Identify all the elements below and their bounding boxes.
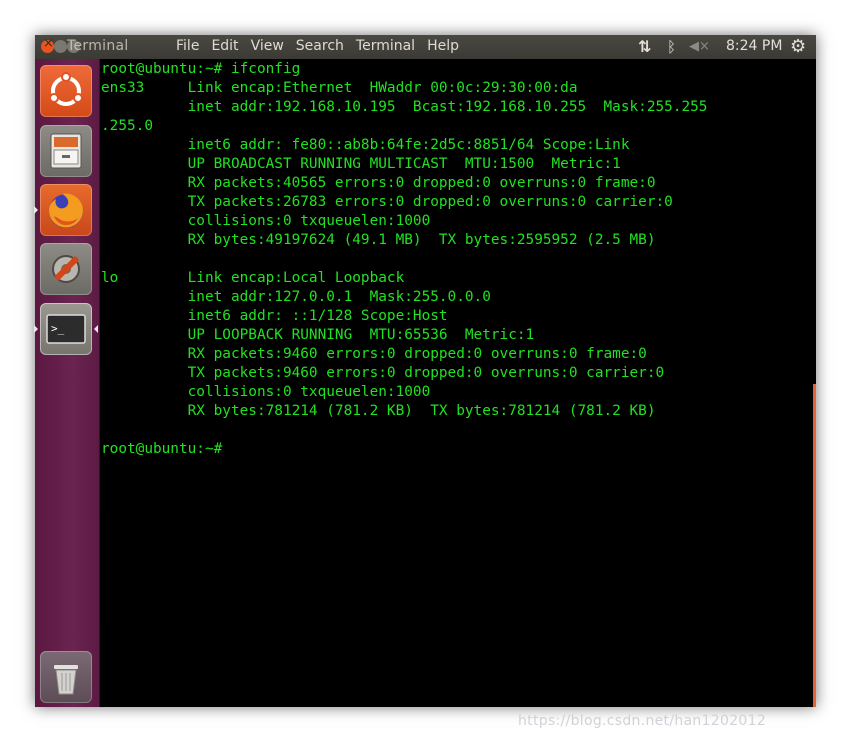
app-title: Terminal bbox=[67, 38, 129, 54]
clock[interactable]: 8:24 PM bbox=[726, 38, 782, 54]
menu-help[interactable]: Help bbox=[427, 38, 459, 54]
terminal-line: RX packets:40565 errors:0 dropped:0 over… bbox=[101, 175, 656, 191]
terminal-line: collisions:0 txqueuelen:1000 bbox=[101, 213, 431, 229]
terminal-line: UP BROADCAST RUNNING MULTICAST MTU:1500 … bbox=[101, 156, 621, 172]
system-settings-button[interactable] bbox=[40, 243, 92, 295]
terminal-running-indicator bbox=[34, 325, 38, 333]
terminal-line: RX bytes:781214 (781.2 KB) TX bytes:7812… bbox=[101, 403, 656, 419]
file-cabinet-icon bbox=[50, 133, 82, 169]
menu-file[interactable]: File bbox=[176, 38, 199, 54]
terminal-line: inet6 addr: fe80::ab8b:64fe:2d5c:8851/64… bbox=[101, 137, 630, 153]
terminal-line: inet6 addr: ::1/128 Scope:Host bbox=[101, 308, 448, 324]
terminal-line: .255.0 bbox=[101, 118, 153, 134]
ubuntu-dash-button[interactable] bbox=[40, 65, 92, 117]
terminal-line: RX bytes:49197624 (49.1 MB) TX bytes:259… bbox=[101, 232, 656, 248]
menu-edit[interactable]: Edit bbox=[211, 38, 238, 54]
firefox-running-indicator bbox=[34, 206, 38, 214]
firefox-button[interactable] bbox=[40, 184, 92, 236]
scrollbar[interactable] bbox=[813, 384, 816, 707]
terminal-line: inet addr:127.0.0.1 Mask:255.0.0.0 bbox=[101, 289, 491, 305]
desktop-window: Terminal File Edit View Search Terminal … bbox=[34, 35, 816, 707]
network-icon[interactable]: ⇅ bbox=[638, 37, 651, 56]
volume-muted-icon[interactable]: ◀× bbox=[689, 39, 710, 54]
gear-icon[interactable]: ⚙ bbox=[790, 36, 806, 57]
trash-button[interactable] bbox=[40, 651, 92, 703]
launcher: >_ bbox=[34, 59, 100, 707]
terminal-line: root@ubuntu:~# bbox=[101, 441, 223, 457]
terminal-button[interactable]: >_ bbox=[40, 303, 92, 355]
terminal-line: UP LOOPBACK RUNNING MTU:65536 Metric:1 bbox=[101, 327, 535, 343]
watermark: https://blog.csdn.net/han1202012 bbox=[518, 713, 767, 729]
bluetooth-icon[interactable]: ᛒ bbox=[667, 38, 676, 56]
files-button[interactable] bbox=[40, 125, 92, 177]
menu-search[interactable]: Search bbox=[296, 38, 344, 54]
terminal-line: TX packets:26783 errors:0 dropped:0 over… bbox=[101, 194, 673, 210]
wrench-gear-icon bbox=[52, 255, 80, 283]
terminal-line: inet addr:192.168.10.195 Bcast:192.168.1… bbox=[101, 99, 708, 115]
menu-view[interactable]: View bbox=[251, 38, 284, 54]
menu-bar: File Edit View Search Terminal Help bbox=[176, 38, 459, 54]
terminal-line: ens33 Link encap:Ethernet HWaddr 00:0c:2… bbox=[101, 80, 578, 96]
menu-terminal[interactable]: Terminal bbox=[356, 38, 415, 54]
terminal-line: lo Link encap:Local Loopback bbox=[101, 270, 405, 286]
svg-text:>_: >_ bbox=[51, 322, 65, 335]
terminal-line: TX packets:9460 errors:0 dropped:0 overr… bbox=[101, 365, 665, 381]
terminal-line: RX packets:9460 errors:0 dropped:0 overr… bbox=[101, 346, 647, 362]
terminal-line: root@ubuntu:~# ifconfig bbox=[101, 61, 301, 77]
ubuntu-logo-icon bbox=[49, 72, 83, 106]
close-button[interactable] bbox=[41, 36, 54, 53]
terminal-line: collisions:0 txqueuelen:1000 bbox=[101, 384, 431, 400]
minimize-button[interactable] bbox=[54, 40, 67, 53]
firefox-icon bbox=[49, 193, 83, 228]
terminal-output: root@ubuntu:~# ifconfig ens33 Link encap:… bbox=[101, 60, 707, 459]
terminal-icon: >_ bbox=[46, 314, 86, 344]
top-panel: Terminal File Edit View Search Terminal … bbox=[35, 35, 816, 59]
terminal-focus-indicator bbox=[94, 325, 98, 333]
trash-icon bbox=[54, 665, 78, 695]
terminal-area[interactable]: root@ubuntu:~# ifconfig ens33 Link encap:… bbox=[100, 59, 816, 707]
